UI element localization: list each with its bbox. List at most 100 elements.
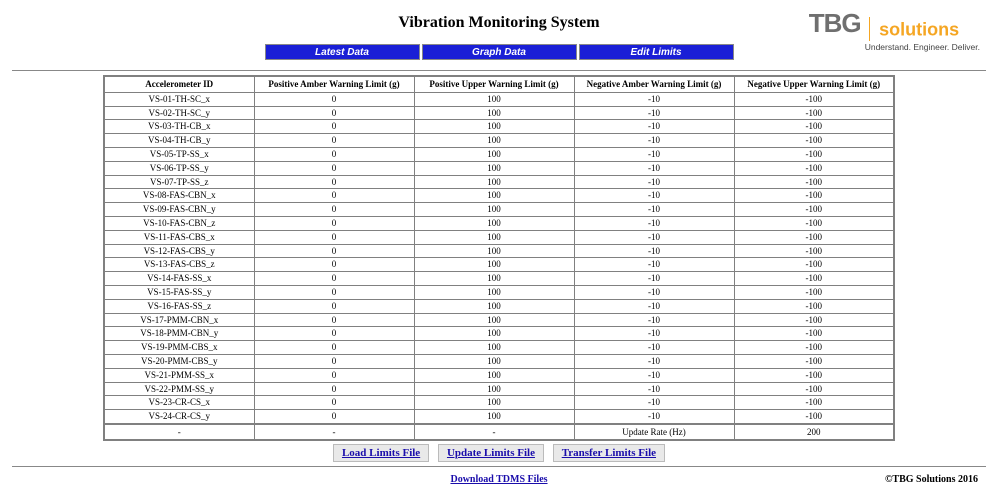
cell-pos-upper: 100 [414,147,574,161]
cell-neg-amber: -10 [574,410,734,424]
cell-neg-amber: -10 [574,341,734,355]
cell-neg-amber: -10 [574,216,734,230]
cell-pos-upper: 100 [414,410,574,424]
cell-accelerometer-id: VS-19-PMM-CBS_x [104,341,254,355]
cell-neg-amber: -10 [574,230,734,244]
cell-neg-upper: -100 [734,120,894,134]
download-tdms-link[interactable]: Download TDMS Files [450,474,547,485]
cell-pos-amber: 0 [254,244,414,258]
table-row: VS-05-TP-SS_x0100-10-100 [104,147,894,161]
cell-pos-upper: 100 [414,285,574,299]
cell-pos-upper: 100 [414,134,574,148]
cell-accelerometer-id: VS-08-FAS-CBN_x [104,189,254,203]
nav-edit-limits[interactable]: Edit Limits [579,44,734,60]
cell-neg-upper: -100 [734,92,894,106]
cell-neg-amber: -10 [574,368,734,382]
cell-neg-upper: -100 [734,134,894,148]
cell-pos-upper: 100 [414,244,574,258]
cell-neg-amber: -10 [574,327,734,341]
footer-cell-update-rate-value: 200 [734,424,894,440]
cell-pos-amber: 0 [254,147,414,161]
cell-neg-upper: -100 [734,327,894,341]
cell-pos-upper: 100 [414,189,574,203]
cell-neg-upper: -100 [734,244,894,258]
table-row: VS-06-TP-SS_y0100-10-100 [104,161,894,175]
cell-pos-amber: 0 [254,313,414,327]
cell-neg-upper: -100 [734,382,894,396]
cell-neg-amber: -10 [574,396,734,410]
cell-neg-amber: -10 [574,134,734,148]
cell-neg-upper: -100 [734,341,894,355]
cell-pos-amber: 0 [254,272,414,286]
update-limits-button[interactable]: Update Limits File [438,444,544,462]
table-row: VS-23-CR-CS_x0100-10-100 [104,396,894,410]
table-row: VS-19-PMM-CBS_x0100-10-100 [104,341,894,355]
cell-pos-upper: 100 [414,272,574,286]
table-row: VS-15-FAS-SS_y0100-10-100 [104,285,894,299]
cell-pos-upper: 100 [414,368,574,382]
cell-neg-amber: -10 [574,120,734,134]
cell-accelerometer-id: VS-04-TH-CB_y [104,134,254,148]
cell-neg-amber: -10 [574,354,734,368]
col-accelerometer-id: Accelerometer ID [104,76,254,92]
cell-neg-amber: -10 [574,92,734,106]
transfer-limits-button[interactable]: Transfer Limits File [553,444,665,462]
cell-accelerometer-id: VS-14-FAS-SS_x [104,272,254,286]
nav-latest-data[interactable]: Latest Data [265,44,420,60]
cell-pos-amber: 0 [254,203,414,217]
logo-brand: TBG [809,8,861,38]
cell-neg-amber: -10 [574,244,734,258]
cell-accelerometer-id: VS-12-FAS-CBS_y [104,244,254,258]
cell-pos-upper: 100 [414,161,574,175]
cell-neg-amber: -10 [574,299,734,313]
table-row: VS-10-FAS-CBN_z0100-10-100 [104,216,894,230]
cell-accelerometer-id: VS-05-TP-SS_x [104,147,254,161]
cell-neg-upper: -100 [734,216,894,230]
cell-pos-amber: 0 [254,161,414,175]
cell-neg-upper: -100 [734,230,894,244]
cell-neg-amber: -10 [574,175,734,189]
cell-neg-amber: -10 [574,382,734,396]
table-row: VS-24-CR-CS_y0100-10-100 [104,410,894,424]
cell-pos-upper: 100 [414,382,574,396]
logo-tagline: Understand. Engineer. Deliver. [865,43,980,52]
logo-divider [869,17,870,41]
cell-neg-upper: -100 [734,354,894,368]
cell-pos-upper: 100 [414,313,574,327]
cell-pos-amber: 0 [254,230,414,244]
copyright-text: ©TBG Solutions 2016 [885,474,978,485]
cell-neg-upper: -100 [734,175,894,189]
cell-neg-amber: -10 [574,106,734,120]
cell-pos-amber: 0 [254,382,414,396]
table-row: VS-02-TH-SC_y0100-10-100 [104,106,894,120]
cell-neg-amber: -10 [574,189,734,203]
cell-neg-amber: -10 [574,147,734,161]
table-row: VS-17-PMM-CBN_x0100-10-100 [104,313,894,327]
col-pos-upper: Positive Upper Warning Limit (g) [414,76,574,92]
cell-pos-amber: 0 [254,327,414,341]
cell-accelerometer-id: VS-11-FAS-CBS_x [104,230,254,244]
cell-pos-upper: 100 [414,341,574,355]
cell-neg-upper: -100 [734,189,894,203]
divider [12,70,986,71]
cell-accelerometer-id: VS-23-CR-CS_x [104,396,254,410]
cell-pos-amber: 0 [254,396,414,410]
table-footer-row: - - - Update Rate (Hz) 200 [104,424,894,440]
col-neg-upper: Negative Upper Warning Limit (g) [734,76,894,92]
cell-pos-upper: 100 [414,120,574,134]
cell-neg-amber: -10 [574,272,734,286]
nav-graph-data[interactable]: Graph Data [422,44,577,60]
table-row: VS-09-FAS-CBN_y0100-10-100 [104,203,894,217]
load-limits-button[interactable]: Load Limits File [333,444,429,462]
nav-bar: Latest Data Graph Data Edit Limits [263,42,736,62]
cell-pos-upper: 100 [414,396,574,410]
cell-pos-upper: 100 [414,327,574,341]
brand-logo: TBG solutions Understand. Engineer. Deli… [809,10,980,52]
cell-pos-amber: 0 [254,120,414,134]
cell-pos-amber: 0 [254,92,414,106]
table-row: VS-08-FAS-CBN_x0100-10-100 [104,189,894,203]
cell-accelerometer-id: VS-17-PMM-CBN_x [104,313,254,327]
cell-pos-upper: 100 [414,216,574,230]
cell-pos-amber: 0 [254,368,414,382]
cell-neg-amber: -10 [574,161,734,175]
